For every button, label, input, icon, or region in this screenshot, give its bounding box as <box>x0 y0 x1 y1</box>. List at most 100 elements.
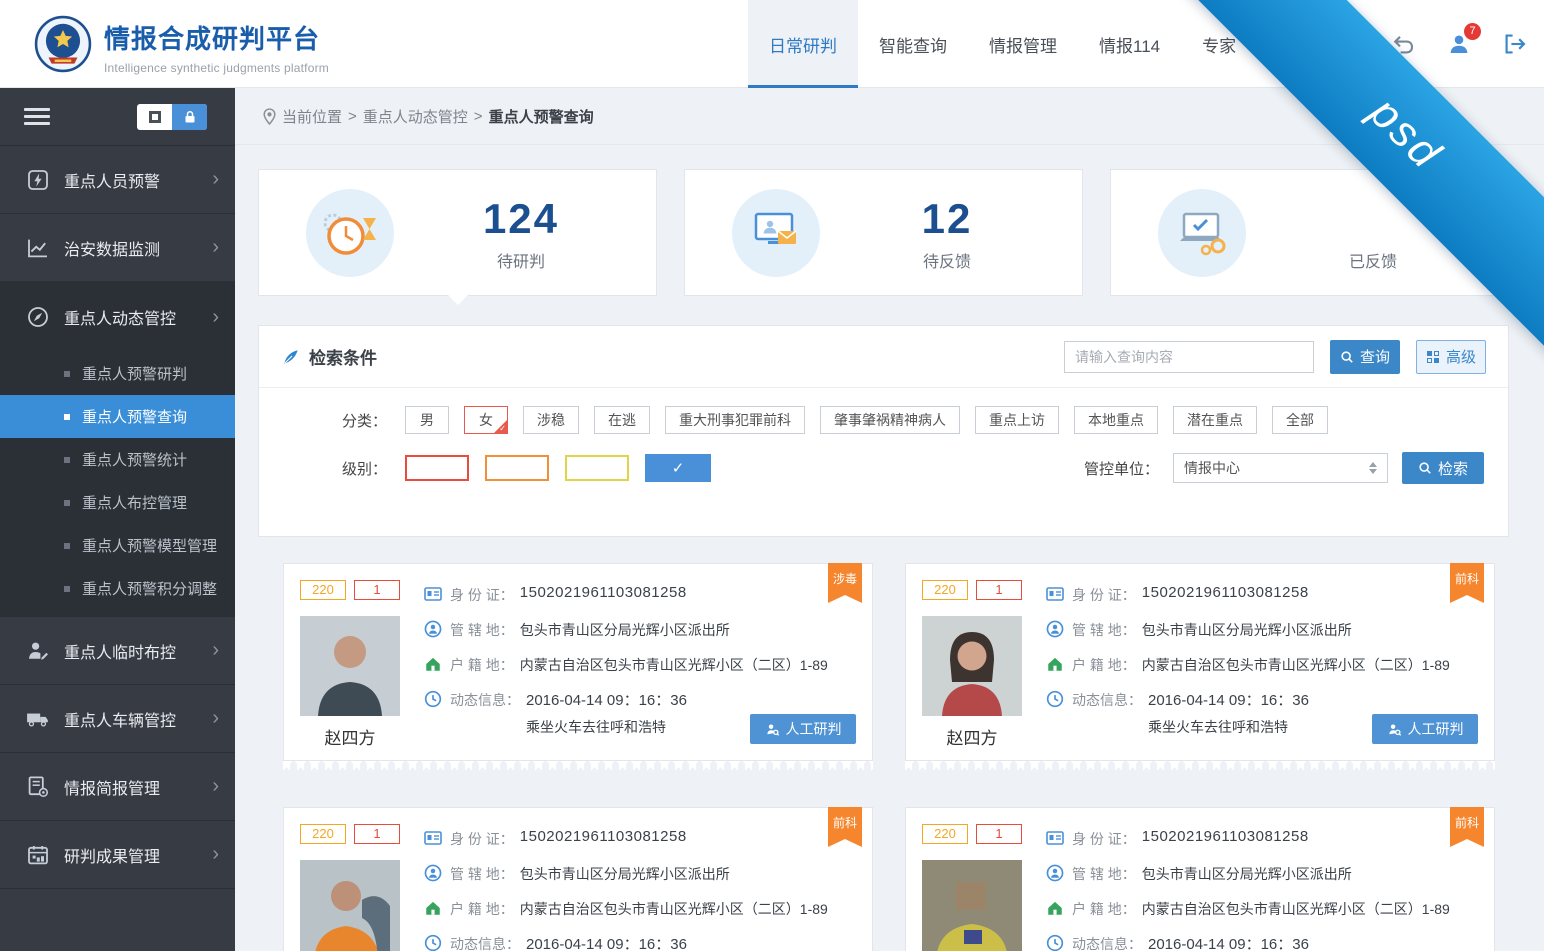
sidebar-item-label: 情报简报管理 <box>64 775 212 799</box>
house-icon <box>1046 655 1064 673</box>
chevron-right-icon: › <box>212 775 219 798</box>
sidebar-subitem-label: 重点人布控管理 <box>82 492 187 513</box>
menu-collapse-icon[interactable] <box>24 108 50 125</box>
user-notifications-icon[interactable]: 7 <box>1446 31 1472 57</box>
house-icon <box>1046 899 1064 917</box>
sidebar-item-security-data[interactable]: 治安数据监测 › <box>0 214 235 282</box>
line-chart-icon <box>26 236 50 260</box>
category-male[interactable]: 男 <box>405 406 449 434</box>
person-name: 赵四方 <box>922 724 1022 749</box>
level-orange-box[interactable] <box>485 455 549 481</box>
jurisdiction-label: 管 辖 地： <box>1072 864 1136 884</box>
dynamic-row: 动态信息： 2016-04-14 09：16：36 乘坐火车去往呼和浩特 <box>1046 933 1480 951</box>
stat-label: 已反馈 <box>1308 248 1438 272</box>
search-button[interactable]: 检索 <box>1402 452 1484 484</box>
search-panel-header: 检索条件 查询 高级 <box>259 326 1508 388</box>
person-info: 身 份 证： 1502021961103081258 管 辖 地： 包头市青山区… <box>424 828 858 951</box>
stat-card-pending-feedback[interactable]: 12 待反馈 <box>684 169 1083 296</box>
level-yellow-box[interactable] <box>565 455 629 481</box>
sidebar-subitem-warning-research[interactable]: 重点人预警研判 <box>0 352 235 395</box>
sidebar-item-results-management[interactable]: 研判成果管理 › <box>0 821 235 889</box>
count-badge: 1 <box>976 580 1022 600</box>
person-name: 赵四方 <box>300 724 400 749</box>
person-photo <box>922 860 1022 951</box>
category-stability[interactable]: 涉稳 <box>523 406 579 434</box>
category-mental-illness[interactable]: 肇事肇祸精神病人 <box>820 406 960 434</box>
query-button[interactable]: 查询 <box>1330 340 1400 374</box>
tab-intel-management[interactable]: 情报管理 <box>968 0 1078 88</box>
sidebar-item-temp-control[interactable]: 重点人临时布控 › <box>0 617 235 685</box>
sidebar-subitem-control-management[interactable]: 重点人布控管理 <box>0 481 235 524</box>
sidebar-subitem-model-management[interactable]: 重点人预警模型管理 <box>0 524 235 567</box>
clock-gear-icon <box>304 187 396 279</box>
vehicle-icon <box>26 707 50 731</box>
level-red-box[interactable] <box>405 455 469 481</box>
sidebar-item-briefing-management[interactable]: 情报简报管理 › <box>0 753 235 821</box>
logout-icon[interactable] <box>1502 31 1528 57</box>
level-box-list: ✓ <box>405 454 711 482</box>
sidebar-item-dynamic-control[interactable]: 重点人动态管控 › <box>0 282 235 352</box>
person-card: 220 1 前科 赵四方 身 份 证： 1502021961103081258 <box>905 563 1495 761</box>
sidebar-item-label: 治安数据监测 <box>64 236 212 260</box>
person-card: 220 1 前科 赵四方 身 份 证： 1502021961103081258 <box>905 807 1495 951</box>
residence-row: 户 籍 地： 内蒙古自治区包头市青山区光辉小区（二区）1-89 <box>424 898 858 919</box>
search-input[interactable] <box>1064 341 1314 373</box>
house-icon <box>424 899 442 917</box>
manual-review-button[interactable]: 人工研判 <box>750 714 856 744</box>
notification-badge: 7 <box>1464 23 1481 40</box>
manual-review-label: 人工研判 <box>1408 719 1464 739</box>
category-fugitive[interactable]: 在逃 <box>594 406 650 434</box>
selected-notch <box>448 295 468 305</box>
category-major-crime[interactable]: 重大刑事犯罪前科 <box>665 406 805 434</box>
tab-daily-research[interactable]: 日常研判 <box>748 0 858 88</box>
person-card: 220 1 前科 赵四方 身 份 证： 1502021961103081258 <box>283 807 873 951</box>
level-row: 级别： ✓ 管控单位： 情报中心 检索 <box>323 452 1484 484</box>
sidebar-item-vehicle-control[interactable]: 重点人车辆管控 › <box>0 685 235 753</box>
id-card-icon <box>1046 829 1064 847</box>
id-card-icon <box>424 585 442 603</box>
sidebar-lock-toggle[interactable] <box>137 104 207 130</box>
breadcrumb-separator: > <box>474 108 483 125</box>
category-potential-key[interactable]: 潜在重点 <box>1173 406 1257 434</box>
sidebar-item-label: 重点人员预警 <box>64 168 212 192</box>
stat-value: 124 <box>456 194 586 244</box>
unit-select[interactable]: 情报中心 <box>1173 453 1388 483</box>
breadcrumb-current: 重点人预警查询 <box>489 106 594 127</box>
person-search-icon <box>765 722 780 737</box>
manual-review-button[interactable]: 人工研判 <box>1372 714 1478 744</box>
id-value: 1502021961103081258 <box>520 584 687 601</box>
category-local-key[interactable]: 本地重点 <box>1074 406 1158 434</box>
badge-group: 220 1 <box>300 580 400 600</box>
jurisdiction-value: 包头市青山区分局光辉小区派出所 <box>520 864 730 884</box>
level-blue-box-selected[interactable]: ✓ <box>645 454 711 482</box>
sidebar-subitem-label: 重点人预警研判 <box>82 363 187 384</box>
category-all[interactable]: 全部 <box>1272 406 1328 434</box>
sidebar-item-label: 重点人动态管控 <box>64 305 212 329</box>
category-petitioner[interactable]: 重点上访 <box>975 406 1059 434</box>
stat-card-pending-research[interactable]: 124 待研判 <box>258 169 657 296</box>
person-circle-icon <box>1046 620 1064 638</box>
chevron-right-icon: › <box>212 707 219 730</box>
bullet-icon <box>64 500 70 506</box>
select-arrows-icon <box>1369 462 1377 474</box>
dynamic-time: 2016-04-14 09：16：36 <box>526 933 687 951</box>
manual-review-label: 人工研判 <box>786 719 842 739</box>
advanced-button[interactable]: 高级 <box>1416 340 1486 374</box>
sidebar-item-personnel-warning[interactable]: 重点人员预警 › <box>0 146 235 214</box>
person-edit-icon <box>26 639 50 663</box>
dynamic-time: 2016-04-14 09：16：36 <box>1148 933 1309 951</box>
sidebar-subitem-warning-query[interactable]: 重点人预警查询 <box>0 395 235 438</box>
tab-intel-114[interactable]: 情报114 <box>1078 0 1181 88</box>
person-photo <box>300 860 400 951</box>
jurisdiction-value: 包头市青山区分局光辉小区派出所 <box>520 620 730 640</box>
tab-smart-query[interactable]: 智能查询 <box>858 0 968 88</box>
sidebar-subitem-label: 重点人预警查询 <box>82 406 187 427</box>
breadcrumb-parent[interactable]: 重点人动态管控 <box>363 106 468 127</box>
sidebar-top-bar <box>0 88 235 146</box>
chevron-right-icon: › <box>212 306 219 329</box>
sidebar-subitem-warning-stats[interactable]: 重点人预警统计 <box>0 438 235 481</box>
count-badge: 1 <box>354 824 400 844</box>
sidebar-subitem-score-adjust[interactable]: 重点人预警积分调整 <box>0 567 235 610</box>
monitor-message-icon <box>730 187 822 279</box>
category-female[interactable]: 女 <box>464 406 508 434</box>
